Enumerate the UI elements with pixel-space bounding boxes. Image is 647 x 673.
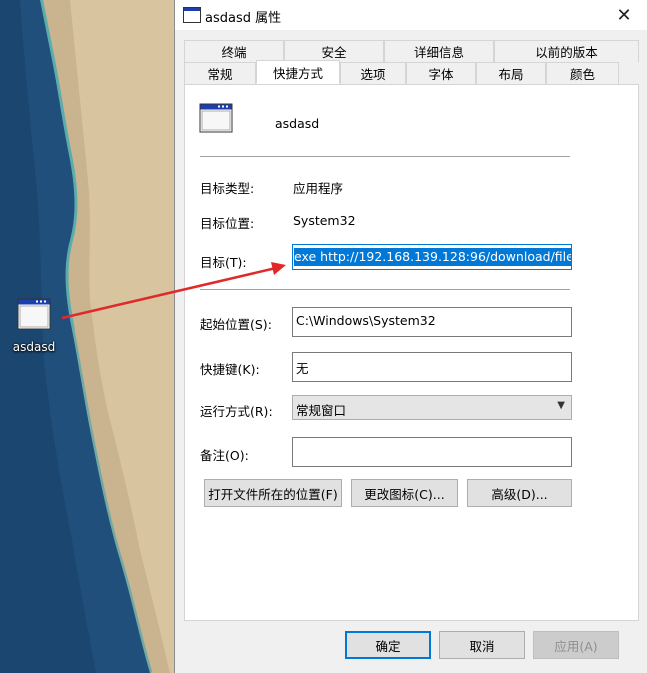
tab-general[interactable]: 常规 (184, 62, 256, 84)
run-select[interactable]: 常规窗口 ▼ (292, 395, 572, 420)
target-value: exe http://192.168.139.128:96/download/f… (294, 248, 571, 266)
shortcut-name: asdasd (275, 116, 320, 131)
target-location-label: 目标位置: (200, 216, 255, 231)
tab-row-2: 常规 快捷方式 选项 字体 布局 颜色 (184, 60, 639, 84)
tab-previous-versions[interactable]: 以前的版本 (494, 40, 639, 62)
tab-font[interactable]: 字体 (406, 62, 476, 84)
hotkey-field[interactable]: 无 (292, 352, 572, 382)
tab-colors[interactable]: 颜色 (546, 62, 619, 84)
window-app-icon (16, 296, 52, 332)
desktop-shortcut-label: asdasd (12, 340, 56, 354)
tab-details[interactable]: 详细信息 (384, 40, 494, 62)
tab-security[interactable]: 安全 (284, 40, 384, 62)
divider (200, 156, 570, 157)
tab-terminal[interactable]: 终端 (184, 40, 284, 62)
tab-strip: 终端 安全 详细信息 以前的版本 常规 快捷方式 选项 字体 布局 颜色 (184, 40, 639, 84)
cancel-button[interactable]: 取消 (439, 631, 525, 659)
shortcut-icon (199, 103, 233, 136)
tab-row-1: 终端 安全 详细信息 以前的版本 (184, 40, 639, 62)
tab-shortcut[interactable]: 快捷方式 (256, 60, 340, 84)
divider (200, 289, 570, 290)
target-location-value: System32 (293, 213, 356, 228)
window-title: asdasd 属性 (205, 11, 282, 26)
tab-layout[interactable]: 布局 (476, 62, 546, 84)
window-app-icon (183, 7, 201, 23)
ok-button[interactable]: 确定 (345, 631, 431, 659)
target-type-label: 目标类型: (200, 181, 255, 196)
properties-dialog: asdasd 属性 ✕ 终端 安全 详细信息 以前的版本 常规 快捷方式 选项 … (174, 0, 647, 673)
close-icon[interactable]: ✕ (601, 0, 647, 30)
chevron-down-icon: ▼ (557, 400, 565, 411)
comment-field[interactable] (292, 437, 572, 467)
desktop-shortcut[interactable]: asdasd (8, 296, 60, 354)
start-in-label: 起始位置(S): (200, 317, 272, 332)
comment-label: 备注(O): (200, 448, 249, 463)
open-file-location-button[interactable]: 打开文件所在的位置(F) (204, 479, 342, 507)
title-bar[interactable]: asdasd 属性 ✕ (175, 0, 647, 30)
start-in-field[interactable]: C:\Windows\System32 (292, 307, 572, 337)
hotkey-label: 快捷键(K): (200, 362, 260, 377)
target-field[interactable]: exe http://192.168.139.128:96/download/f… (292, 244, 572, 270)
change-icon-button[interactable]: 更改图标(C)... (351, 479, 458, 507)
tab-options[interactable]: 选项 (340, 62, 406, 84)
run-label: 运行方式(R): (200, 404, 273, 419)
run-select-value: 常规窗口 (296, 403, 347, 418)
target-label: 目标(T): (200, 255, 247, 270)
shortcut-panel: asdasd 目标类型: 应用程序 目标位置: System32 目标(T): … (184, 84, 639, 621)
apply-button[interactable]: 应用(A) (533, 631, 619, 659)
advanced-button[interactable]: 高级(D)... (467, 479, 572, 507)
target-type-value: 应用程序 (293, 181, 344, 196)
